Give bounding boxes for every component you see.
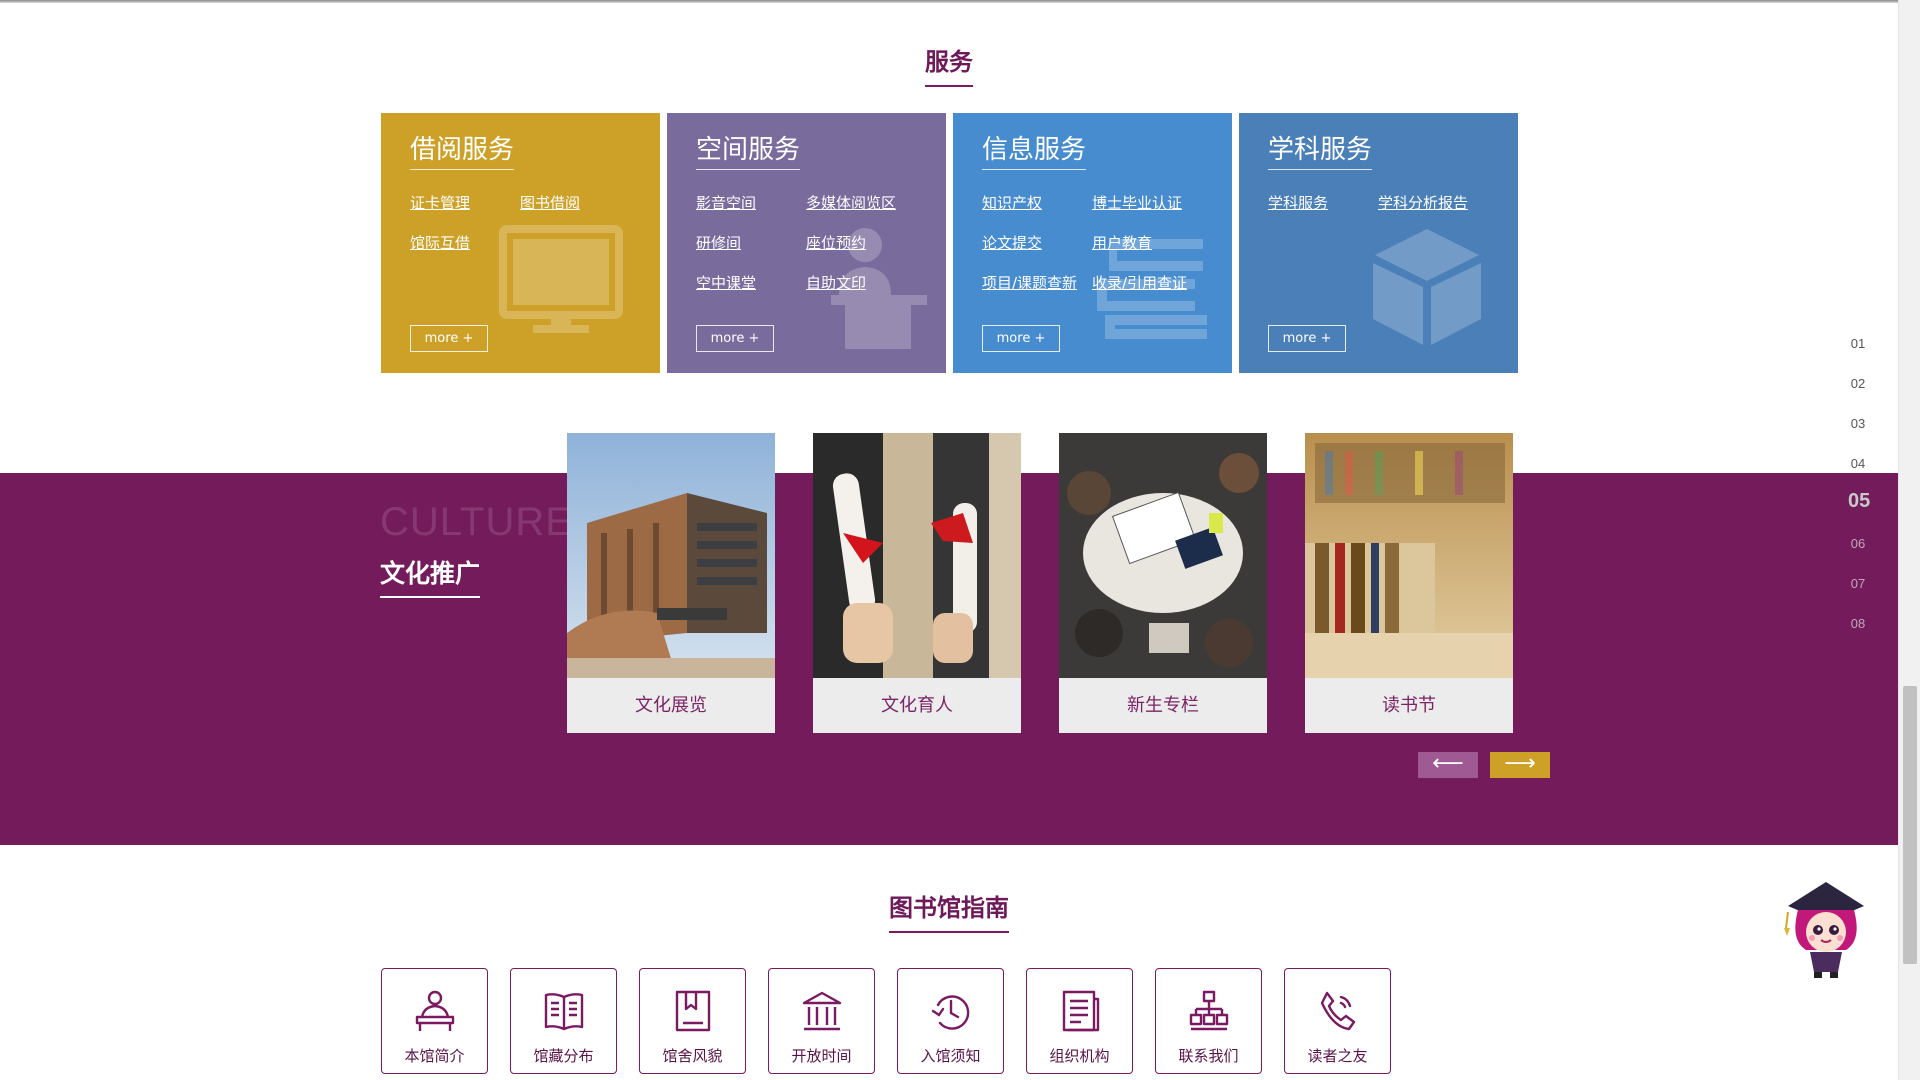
link-self-printing[interactable]: 自助文印 — [806, 272, 866, 293]
link-phd-certification[interactable]: 博士毕业认证 — [1092, 192, 1182, 213]
page-nav-01[interactable]: 01 — [1848, 336, 1868, 351]
guide-item-label: 本馆简介 — [404, 1047, 465, 1065]
service-card-information: 信息服务 知识产权 博士毕业认证 论文提交 用户教育 项目/课题查新 收录/引用… — [953, 113, 1232, 373]
document-icon — [1062, 990, 1100, 1032]
org-chart-icon — [1189, 990, 1229, 1031]
service-card-subject: 学科服务 学科服务 学科分析报告 more + — [1239, 113, 1518, 373]
link-citation-verification[interactable]: 收录/引用查证 — [1092, 272, 1187, 293]
link-subject-analysis-report[interactable]: 学科分析报告 — [1378, 192, 1468, 213]
cube-icon — [1373, 229, 1481, 345]
link-seat-reservation[interactable]: 座位预约 — [806, 232, 866, 253]
guide-item-label: 组织机构 — [1049, 1047, 1110, 1065]
page-nav-06[interactable]: 06 — [1848, 536, 1868, 551]
link-user-education[interactable]: 用户教育 — [1092, 232, 1152, 253]
service-card-space: 空间服务 影音空间 多媒体阅览区 研修间 座位预约 空中课堂 自助文印 more… — [667, 113, 946, 373]
guide-item-collection[interactable]: 馆藏分布 — [510, 968, 617, 1074]
guide-item-label: 联系我们 — [1178, 1047, 1239, 1065]
guide-item-label: 馆舍风貌 — [662, 1047, 723, 1065]
page-nav-04[interactable]: 04 — [1848, 456, 1868, 471]
page-nav-02[interactable]: 02 — [1848, 376, 1868, 391]
card-title: 学科服务 — [1268, 133, 1373, 170]
culture-item-label: 读书节 — [1305, 678, 1513, 733]
culture-item-label: 新生专栏 — [1059, 678, 1267, 733]
more-button[interactable]: more + — [1268, 325, 1346, 352]
link-multimedia-area[interactable]: 多媒体阅览区 — [806, 192, 896, 213]
link-subject-service[interactable]: 学科服务 — [1268, 192, 1328, 213]
more-button[interactable]: more + — [982, 325, 1060, 352]
guide-item-label: 馆藏分布 — [533, 1047, 594, 1065]
page-nav-08[interactable]: 08 — [1848, 616, 1868, 631]
culture-item-label: 文化育人 — [813, 678, 1021, 733]
phone-icon — [1320, 991, 1356, 1031]
link-book-borrowing[interactable]: 图书借阅 — [520, 192, 580, 213]
link-intellectual-property[interactable]: 知识产权 — [982, 192, 1042, 213]
top-shadow — [0, 0, 1898, 3]
link-card-management[interactable]: 证卡管理 — [410, 192, 470, 213]
page-nav-07[interactable]: 07 — [1848, 576, 1868, 591]
culture-title: 文化推广 — [380, 554, 481, 598]
link-av-space[interactable]: 影音空间 — [696, 192, 756, 213]
building-icon — [802, 991, 842, 1031]
guide-item-contact[interactable]: 联系我们 — [1155, 968, 1262, 1074]
card-title: 空间服务 — [696, 133, 801, 170]
culture-en-title: CULTURE — [380, 500, 573, 544]
culture-item-exhibition[interactable]: 文化展览 — [567, 433, 775, 733]
page-nav-03[interactable]: 03 — [1848, 416, 1868, 431]
service-card-borrowing: 借阅服务 证卡管理 图书借阅 馆际互借 more + — [381, 113, 660, 373]
guide-item-label: 入馆须知 — [920, 1047, 981, 1065]
students-table-image — [1059, 433, 1267, 678]
clock-icon — [931, 995, 970, 1030]
mascot-assistant-icon[interactable] — [1784, 880, 1868, 980]
bookmark-book-icon — [675, 990, 711, 1032]
card-title: 借阅服务 — [410, 133, 515, 170]
library-building-image — [567, 433, 775, 678]
guide-item-facilities[interactable]: 馆舍风貌 — [639, 968, 746, 1074]
page-nav-05[interactable]: 05 — [1848, 490, 1870, 513]
services-section-title: 服务 — [0, 42, 1898, 87]
open-book-icon — [544, 993, 584, 1031]
link-sky-classroom[interactable]: 空中课堂 — [696, 272, 756, 293]
guide-item-readers-friend[interactable]: 读者之友 — [1284, 968, 1391, 1074]
guide-item-entry-notice[interactable]: 入馆须知 — [897, 968, 1004, 1074]
guide-item-opening-hours[interactable]: 开放时间 — [768, 968, 875, 1074]
culture-item-education[interactable]: 文化育人 — [813, 433, 1021, 733]
scrollbar-thumb[interactable] — [1903, 686, 1917, 964]
culture-item-reading-festival[interactable]: 读书节 — [1305, 433, 1513, 733]
books-shelf-image — [1305, 433, 1513, 678]
guide-item-label: 开放时间 — [791, 1047, 852, 1065]
guide-item-about[interactable]: 本馆简介 — [381, 968, 488, 1074]
link-study-room[interactable]: 研修间 — [696, 232, 741, 253]
card-title: 信息服务 — [982, 133, 1087, 170]
librarian-desk-icon — [415, 990, 455, 1031]
link-interlibrary-loan[interactable]: 馆际互借 — [410, 232, 470, 253]
monitor-icon — [499, 225, 623, 333]
prev-arrow-button[interactable]: ⟵ — [1418, 752, 1478, 778]
page-scrollbar[interactable] — [1898, 0, 1920, 1080]
link-thesis-submission[interactable]: 论文提交 — [982, 232, 1042, 253]
more-button[interactable]: more + — [410, 325, 488, 352]
service-cards: 借阅服务 证卡管理 图书借阅 馆际互借 more + 空间服务 影音空间 多媒体… — [381, 113, 1519, 373]
guide-item-label: 读者之友 — [1307, 1047, 1368, 1065]
graduation-diplomas-image — [813, 433, 1021, 678]
next-arrow-button[interactable]: ⟶ — [1490, 752, 1550, 778]
guide-item-organization[interactable]: 组织机构 — [1026, 968, 1133, 1074]
culture-item-label: 文化展览 — [567, 678, 775, 733]
link-novelty-search[interactable]: 项目/课题查新 — [982, 272, 1077, 293]
guide-section-title: 图书馆指南 — [0, 888, 1898, 933]
culture-item-freshman[interactable]: 新生专栏 — [1059, 433, 1267, 733]
more-button[interactable]: more + — [696, 325, 774, 352]
